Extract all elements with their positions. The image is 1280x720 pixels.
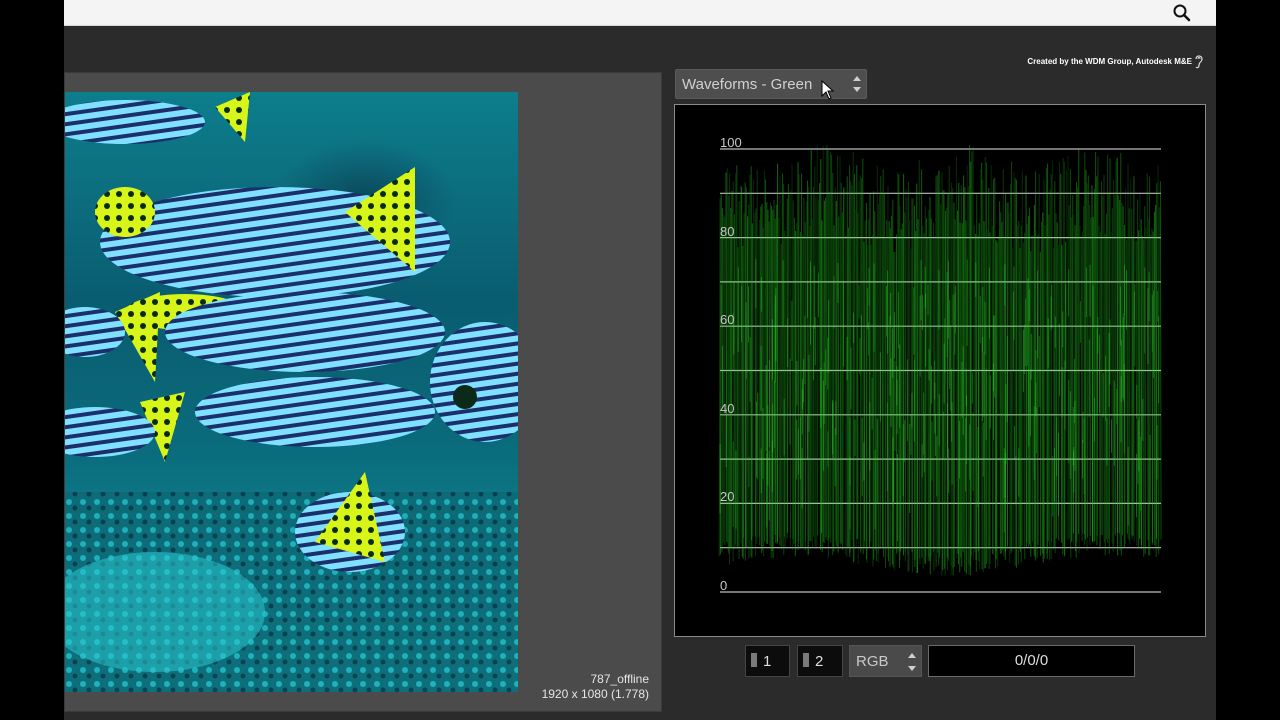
video-frame-image[interactable]	[65, 92, 518, 692]
clip-name: 787_offline	[590, 672, 650, 686]
color-mode-arrows-icon	[908, 653, 916, 671]
search-icon[interactable]	[1172, 3, 1192, 23]
app-window: Created by the WDM Group, Autodesk M&E 7…	[64, 0, 1216, 720]
waveform-scale-label: 100	[720, 135, 742, 150]
color-mode-select[interactable]: RGB	[849, 645, 922, 677]
reference-1-label: 1	[763, 653, 772, 670]
color-mode-label: RGB	[856, 653, 889, 670]
reference-2-button[interactable]: 2	[797, 645, 843, 677]
ear-icon	[1195, 55, 1203, 69]
reference-1-swatch	[751, 653, 757, 667]
credit-text: Created by the WDM Group, Autodesk M&E	[1027, 57, 1192, 66]
video-viewer: 787_offline 1920 x 1080 (1.778)	[64, 72, 662, 712]
fish-scene	[65, 92, 518, 692]
clip-resolution: 1920 x 1080 (1.778)	[541, 687, 649, 701]
waveform-plot	[718, 144, 1162, 593]
waveform-scale-label: 80	[720, 223, 735, 239]
top-bar	[64, 0, 1216, 26]
waveform-scope: 100 80 60 40 20 0	[674, 104, 1206, 637]
reference-2-swatch	[803, 653, 809, 667]
mouse-pointer-icon	[821, 80, 835, 100]
scope-selector-dropdown[interactable]: Waveforms - Green	[675, 69, 867, 99]
waveform-scale-label: 0	[720, 578, 728, 593]
scope-selector-label: Waveforms - Green	[682, 76, 813, 93]
waveform-trace	[718, 144, 1162, 577]
spinner-arrows-icon[interactable]	[850, 72, 864, 96]
reference-1-button[interactable]: 1	[745, 645, 790, 677]
waveform-scale-label: 60	[720, 312, 735, 328]
reference-2-label: 2	[815, 653, 824, 670]
pixel-value-readout: 0/0/0	[928, 645, 1135, 677]
waveform-scale-label: 40	[720, 400, 735, 416]
waveform-scale-label: 20	[720, 489, 735, 505]
